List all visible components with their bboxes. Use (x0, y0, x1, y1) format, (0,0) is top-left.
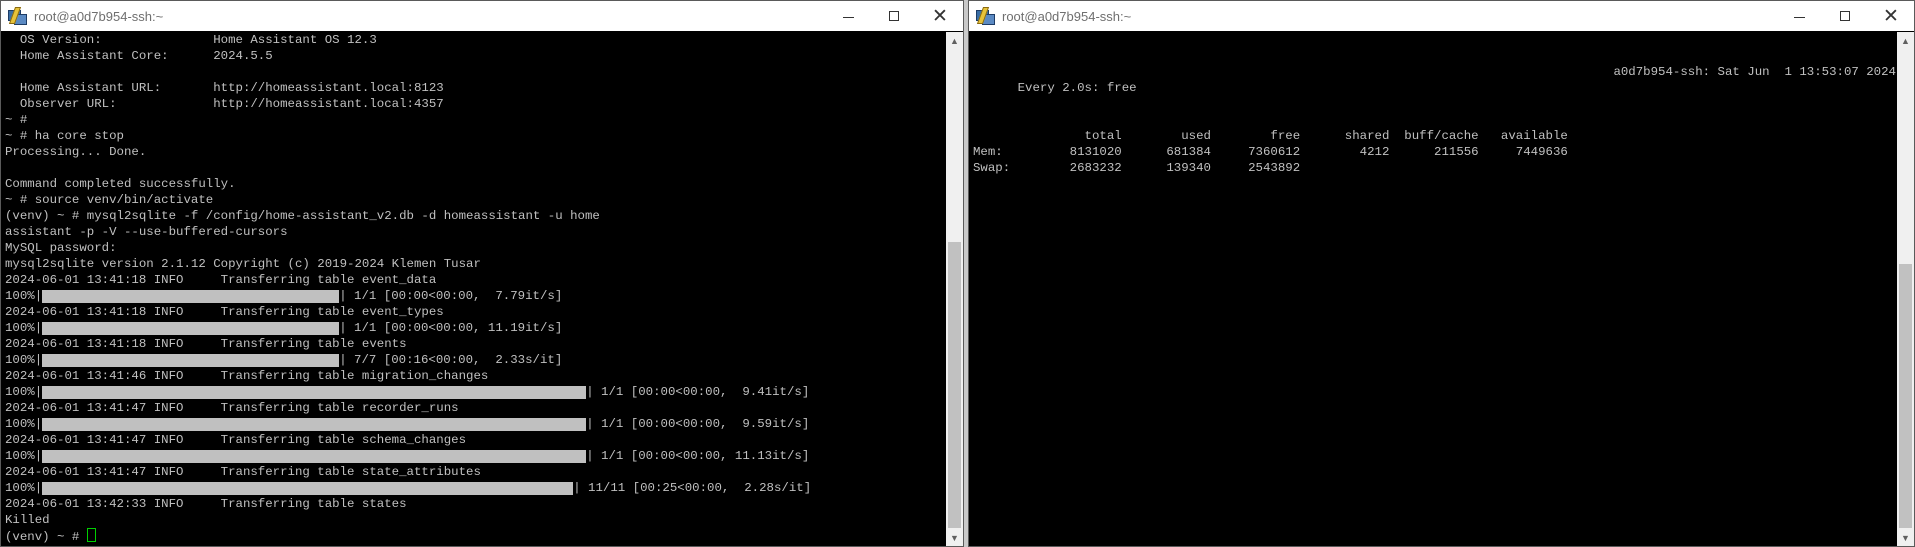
progress-percent: 100%| (5, 417, 43, 431)
progress-line: 100%| | 1/1 [00:00<00:00, 9.59it/s] (5, 416, 945, 432)
terminal-line: Command completed successfully. (5, 177, 236, 191)
progress-line: 100%| | 11/11 [00:25<00:00, 2.28s/it] (5, 480, 945, 496)
free-output: total used free shared buff/cache availa… (973, 112, 1896, 176)
text-cursor (86, 528, 96, 542)
terminal-output[interactable]: Every 2.0s: free a0d7b954-ssh: Sat Jun 1 … (973, 32, 1896, 544)
progress-bar (42, 289, 340, 303)
transfer-log-line: 2024-06-01 13:41:47 INFO Transferring ta… (5, 465, 481, 479)
free-output-line: Mem: 8131020 681384 7360612 4212 211556 … (973, 145, 1568, 159)
terminal-line: ~ # ha core stop (5, 129, 124, 143)
progress-stats: | 1/1 [00:00<00:00, 9.41it/s] (586, 385, 810, 399)
progress-percent: 100%| (5, 449, 43, 463)
title-bar[interactable]: root@a0d7b954-ssh:~ ✕ (1, 1, 963, 31)
scrollbar-thumb[interactable] (948, 242, 961, 528)
progress-stats: | 1/1 [00:00<00:00, 9.59it/s] (586, 417, 810, 431)
title-bar[interactable]: root@a0d7b954-ssh:~ ✕ (969, 1, 1914, 31)
progress-stats: | 1/1 [00:00<00:00, 7.79it/s] (339, 289, 563, 303)
vertical-scrollbar[interactable]: ▲ ▼ (946, 32, 963, 546)
terminal-line: Processing... Done. (5, 145, 147, 159)
transfer-log-line: 2024-06-01 13:41:47 INFO Transferring ta… (5, 433, 467, 447)
terminal-line: mysql2sqlite version 2.1.12 Copyright (c… (5, 257, 481, 271)
maximize-button[interactable] (871, 1, 917, 31)
progress-line: 100%| | 1/1 [00:00<00:00, 7.79it/s] (5, 288, 945, 304)
transfer-log-line: 2024-06-01 13:41:47 INFO Transferring ta… (5, 401, 459, 415)
progress-stats: | 11/11 [00:25<00:00, 2.28s/it] (573, 481, 812, 495)
progress-line: 100%| | 1/1 [00:00<00:00, 11.13it/s] (5, 448, 945, 464)
progress-line: 100%| | 7/7 [00:16<00:00, 2.33s/it] (5, 352, 945, 368)
progress-bar (42, 417, 587, 431)
command-prompt[interactable]: (venv) ~ # (5, 528, 945, 544)
minimize-icon (1793, 16, 1805, 18)
putty-icon[interactable] (976, 7, 995, 25)
progress-bar (42, 353, 340, 367)
progress-percent: 100%| (5, 321, 43, 335)
free-output-line: Swap: 2683232 139340 2543892 (973, 161, 1301, 175)
scroll-up-arrow-icon[interactable]: ▲ (946, 32, 963, 49)
free-output-line: total used free shared buff/cache availa… (973, 129, 1568, 143)
watch-host-time: a0d7b954-ssh: Sat Jun 1 13:53:07 2024 (1613, 65, 1896, 79)
maximize-button[interactable] (1822, 1, 1868, 31)
putty-icon[interactable] (8, 7, 27, 25)
maximize-icon (1840, 11, 1850, 21)
watch-command: Every 2.0s: free (1017, 81, 1137, 95)
scroll-down-arrow-icon[interactable]: ▼ (946, 529, 963, 546)
minimize-button[interactable] (825, 1, 871, 31)
progress-stats: | 1/1 [00:00<00:00, 11.13it/s] (586, 449, 810, 463)
progress-bar (42, 385, 587, 399)
progress-bar (42, 321, 340, 335)
close-button[interactable]: ✕ (917, 1, 963, 31)
close-button[interactable]: ✕ (1868, 1, 1914, 31)
close-icon: ✕ (1883, 5, 1899, 27)
terminal-line: MySQL password: (5, 241, 117, 255)
progress-percent: 100%| (5, 481, 43, 495)
progress-percent: 100%| (5, 353, 43, 367)
transfer-log-line: 2024-06-01 13:41:46 INFO Transferring ta… (5, 369, 489, 383)
minimize-button[interactable] (1776, 1, 1822, 31)
terminal-output[interactable]: OS Version: Home Assistant OS 12.3 Home … (5, 32, 945, 544)
scroll-up-arrow-icon[interactable]: ▲ (1897, 32, 1914, 49)
scroll-down-arrow-icon[interactable]: ▼ (1897, 529, 1914, 546)
progress-line: 100%| | 1/1 [00:00<00:00, 9.41it/s] (5, 384, 945, 400)
progress-bar (42, 481, 574, 495)
terminal-line: Observer URL: http://homeassistant.local… (5, 97, 444, 111)
progress-bar (42, 449, 587, 463)
scrollbar-thumb[interactable] (1899, 264, 1912, 528)
minimize-icon (842, 16, 854, 18)
terminal-line: Home Assistant Core: 2024.5.5 (5, 49, 273, 63)
watch-header: Every 2.0s: free a0d7b954-ssh: Sat Jun 1 … (973, 64, 1896, 95)
prompt-text: (venv) ~ # (5, 530, 87, 544)
terminal-line: ~ # (5, 113, 28, 127)
vertical-scrollbar[interactable]: ▲ ▼ (1897, 32, 1914, 546)
transfer-log-line: 2024-06-01 13:41:18 INFO Transferring ta… (5, 273, 437, 287)
window-title: root@a0d7b954-ssh:~ (1002, 8, 1132, 24)
terminal-window-right[interactable]: root@a0d7b954-ssh:~ ✕ Every 2.0s: free a0… (968, 0, 1915, 547)
terminal-line: assistant -p -V --use-buffered-cursors (5, 225, 288, 239)
terminal-line: OS Version: Home Assistant OS 12.3 (5, 33, 377, 47)
terminal-line: (venv) ~ # mysql2sqlite -f /config/home-… (5, 209, 600, 223)
progress-percent: 100%| (5, 385, 43, 399)
progress-stats: | 7/7 [00:16<00:00, 2.33s/it] (339, 353, 563, 367)
terminal-window-left[interactable]: root@a0d7b954-ssh:~ ✕ OS Version: Home A… (0, 0, 964, 547)
terminal-line: Home Assistant URL: http://homeassistant… (5, 81, 444, 95)
transfer-log-line: 2024-06-01 13:41:18 INFO Transferring ta… (5, 337, 407, 351)
terminal-line: 2024-06-01 13:42:33 INFO Transferring ta… (5, 497, 407, 511)
maximize-icon (889, 11, 899, 21)
progress-percent: 100%| (5, 289, 43, 303)
close-icon: ✕ (932, 5, 948, 27)
progress-line: 100%| | 1/1 [00:00<00:00, 11.19it/s] (5, 320, 945, 336)
progress-stats: | 1/1 [00:00<00:00, 11.19it/s] (339, 321, 563, 335)
free-output-line (973, 112, 1896, 128)
window-title: root@a0d7b954-ssh:~ (34, 8, 164, 24)
terminal-line: Killed (5, 513, 50, 527)
terminal-line: ~ # source venv/bin/activate (5, 193, 214, 207)
transfer-log-line: 2024-06-01 13:41:18 INFO Transferring ta… (5, 305, 444, 319)
